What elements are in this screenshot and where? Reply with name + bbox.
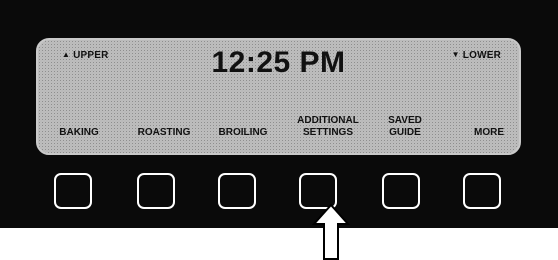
up-arrow-icon — [312, 204, 350, 260]
menu-label-line: GUIDE — [389, 127, 421, 138]
lcd-display: ▲ UPPER 12:25 PM ▼ LOWER BAKING ROASTING B… — [36, 38, 521, 155]
soft-key-roasting[interactable] — [137, 173, 175, 209]
menu-label-line: BAKING — [59, 127, 99, 138]
soft-key-broiling[interactable] — [218, 173, 256, 209]
menu-label-roasting: ROASTING — [138, 127, 191, 139]
lower-oven-indicator: ▼ LOWER — [452, 50, 501, 61]
menu-label-baking: BAKING — [59, 127, 98, 139]
soft-key-saved-guide[interactable] — [382, 173, 420, 209]
menu-label-line: ROASTING — [137, 127, 191, 138]
menu-label-more: MORE — [474, 127, 504, 139]
menu-label-line: BROILING — [218, 127, 268, 138]
menu-label-line: SETTINGS — [302, 127, 354, 138]
lower-label: LOWER — [462, 50, 501, 61]
down-triangle-icon: ▼ — [451, 50, 460, 59]
menu-label-line: SAVED — [388, 115, 422, 126]
menu-label-broiling: BROILING — [219, 127, 268, 139]
control-panel: ▲ UPPER 12:25 PM ▼ LOWER BAKING ROASTING B… — [0, 0, 558, 228]
soft-key-baking[interactable] — [54, 173, 92, 209]
menu-label-additional-settings: ADDITIONAL SETTINGS — [297, 115, 359, 139]
clock-time: 12:25 PM — [211, 46, 346, 79]
menu-label-line: MORE — [474, 127, 504, 138]
soft-key-more[interactable] — [463, 173, 501, 209]
menu-label-line: ADDITIONAL — [297, 115, 359, 126]
menu-label-saved-guide: SAVED GUIDE — [388, 115, 422, 139]
